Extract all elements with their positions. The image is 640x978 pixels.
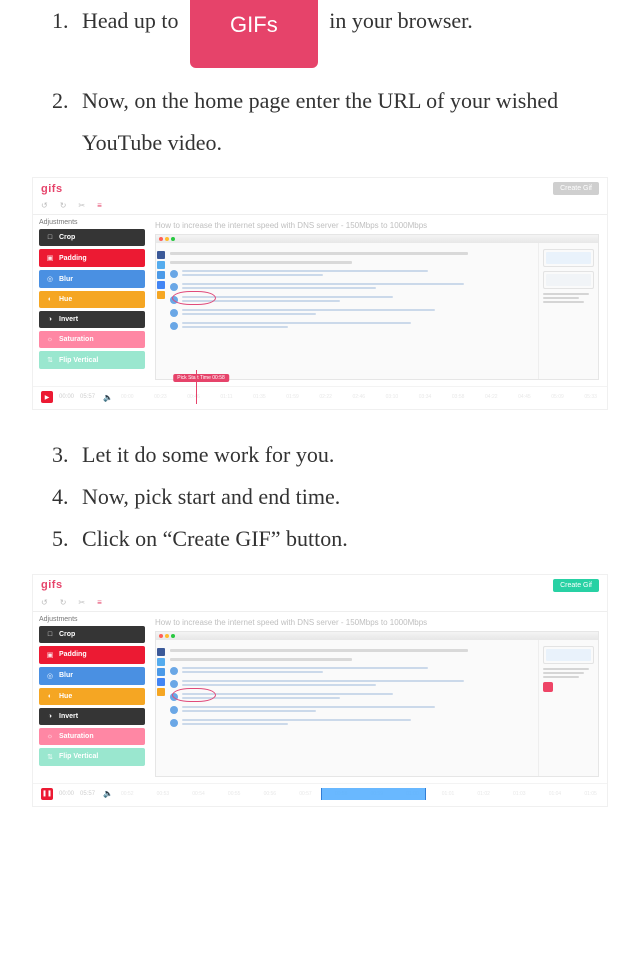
tick-label: 05:33 [584,394,597,400]
tick-label: 01:03 [513,791,526,797]
pill-crop[interactable]: □Crop [39,626,145,643]
redo-icon[interactable]: ↻ [60,201,67,210]
pill-padding[interactable]: ▣Padding [39,249,145,267]
screenshot-1: gifs Create Gif ↺ ↻ ✂ ≡ Adjustments □Cro… [32,177,608,410]
tick-label: 00:00 [121,394,134,400]
steps-list: Head up to GIFs in your browser. Now, on… [32,0,608,163]
tick-label: 01:02 [477,791,490,797]
tick-label: 01:35 [253,394,266,400]
play-icon[interactable]: ▶ [41,391,53,403]
tick-label: 00:55 [228,791,241,797]
timeline[interactable]: ▶ 00:00 05:57 🔈 00:00 00:23 00:46 01:11 01:3… [33,386,607,409]
pill-flip-vertical[interactable]: ⇅Flip Vertical [39,748,145,766]
gifs-button[interactable]: GIFs [190,0,318,68]
pill-saturation[interactable]: ☼Saturation [39,728,145,745]
pill-hue[interactable]: ◐Hue [39,291,145,308]
timeline[interactable]: ❚❚ 00:00 05:57 🔈 00:52 00:53 00:54 00:55 00:… [33,783,607,806]
adjustments-label: Adjustments [39,616,145,623]
shot-toolbar: ↺ ↻ ✂ ≡ [33,197,607,215]
screenshot-2: gifs Create Gif ↺ ↻ ✂ ≡ Adjustments □Cro… [32,574,608,807]
tick-label: 03:10 [386,394,399,400]
step-1-text-a: Head up to [82,8,184,33]
tick-label: 01:01 [442,791,455,797]
volume-icon[interactable]: 🔈 [103,789,113,798]
time-current: 00:00 [59,791,74,797]
pill-padding[interactable]: ▣Padding [39,646,145,664]
playhead-marker[interactable] [196,370,197,404]
shot-toolbar: ↺ ↻ ✂ ≡ [33,594,607,612]
step-2: Now, on the home page enter the URL of y… [74,80,608,164]
cut-icon[interactable]: ✂ [78,201,85,210]
volume-icon[interactable]: 🔈 [103,393,113,402]
tick-label: 00:46 [187,394,200,400]
adjustments-label: Adjustments [39,219,145,226]
redo-icon[interactable]: ↻ [60,598,67,607]
tick-label: 04:22 [485,394,498,400]
tick-label: 00:23 [154,394,167,400]
pill-blur[interactable]: ◎Blur [39,667,145,685]
pick-start-time-flag[interactable]: Pick Start Time 00:58 [173,374,229,382]
adjustments-panel: Adjustments □Crop ▣Padding ◎Blur ◐Hue ◑I… [33,612,151,783]
undo-icon[interactable]: ↺ [41,598,48,607]
tick-label: 00:52 [121,791,134,797]
pill-hue[interactable]: ◐Hue [39,688,145,705]
tick-label: 01:04 [549,791,562,797]
preview-window [155,631,599,777]
pill-invert[interactable]: ◑Invert [39,311,145,328]
tick-label: 00:53 [157,791,170,797]
time-total: 05:57 [80,791,95,797]
step-1-text-b: in your browser. [324,8,473,33]
tick-label: 02:22 [319,394,332,400]
step-3: Let it do some work for you. [74,434,608,476]
cut-icon[interactable]: ✂ [78,598,85,607]
time-current: 00:00 [59,394,74,400]
adjustments-panel: Adjustments □Crop ▣Padding ◎Blur ◐Hue ◑I… [33,215,151,386]
pill-invert[interactable]: ◑Invert [39,708,145,725]
menu-icon[interactable]: ≡ [97,598,102,607]
timeline-ticks: 00:00 00:23 00:46 01:11 01:35 01:59 02:22 02:46… [119,390,599,404]
tick-label: 00:54 [192,791,205,797]
tick-label: 00:57 [299,791,312,797]
tick-label: 04:45 [518,394,531,400]
tick-label: 01:11 [220,394,232,400]
pill-crop[interactable]: □Crop [39,229,145,246]
pill-flip-vertical[interactable]: ⇅Flip Vertical [39,351,145,369]
preview-title: How to increase the internet speed with … [155,221,599,230]
step-1: Head up to GIFs in your browser. [74,0,608,80]
create-gif-button-disabled[interactable]: Create Gif [553,182,599,195]
time-total: 05:57 [80,394,95,400]
pause-icon[interactable]: ❚❚ [41,788,53,800]
timeline-ticks: 00:5200:5300:5400:5500:5600:5700:5800:59… [119,787,599,801]
steps-list-2: Let it do some work for you. Now, pick s… [32,434,608,559]
tick-label: 05:09 [551,394,564,400]
shot-logo: gifs [41,579,63,591]
preview-window [155,234,599,380]
tick-label: 01:59 [286,394,299,400]
tick-label: 02:46 [353,394,366,400]
create-gif-button[interactable]: Create Gif [553,579,599,592]
undo-icon[interactable]: ↺ [41,201,48,210]
tick-label: 00:56 [264,791,277,797]
menu-icon[interactable]: ≡ [97,201,102,210]
shot-logo: gifs [41,183,63,195]
tick-label: 03:34 [419,394,432,400]
step-5: Click on “Create GIF” button. [74,518,608,560]
pill-saturation[interactable]: ☼Saturation [39,331,145,348]
step-4: Now, pick start and end time. [74,476,608,518]
pill-blur[interactable]: ◎Blur [39,270,145,288]
preview-title: How to increase the internet speed with … [155,618,599,627]
tick-label: 03:58 [452,394,465,400]
selection-range[interactable] [321,788,427,800]
tick-label: 01:05 [584,791,597,797]
